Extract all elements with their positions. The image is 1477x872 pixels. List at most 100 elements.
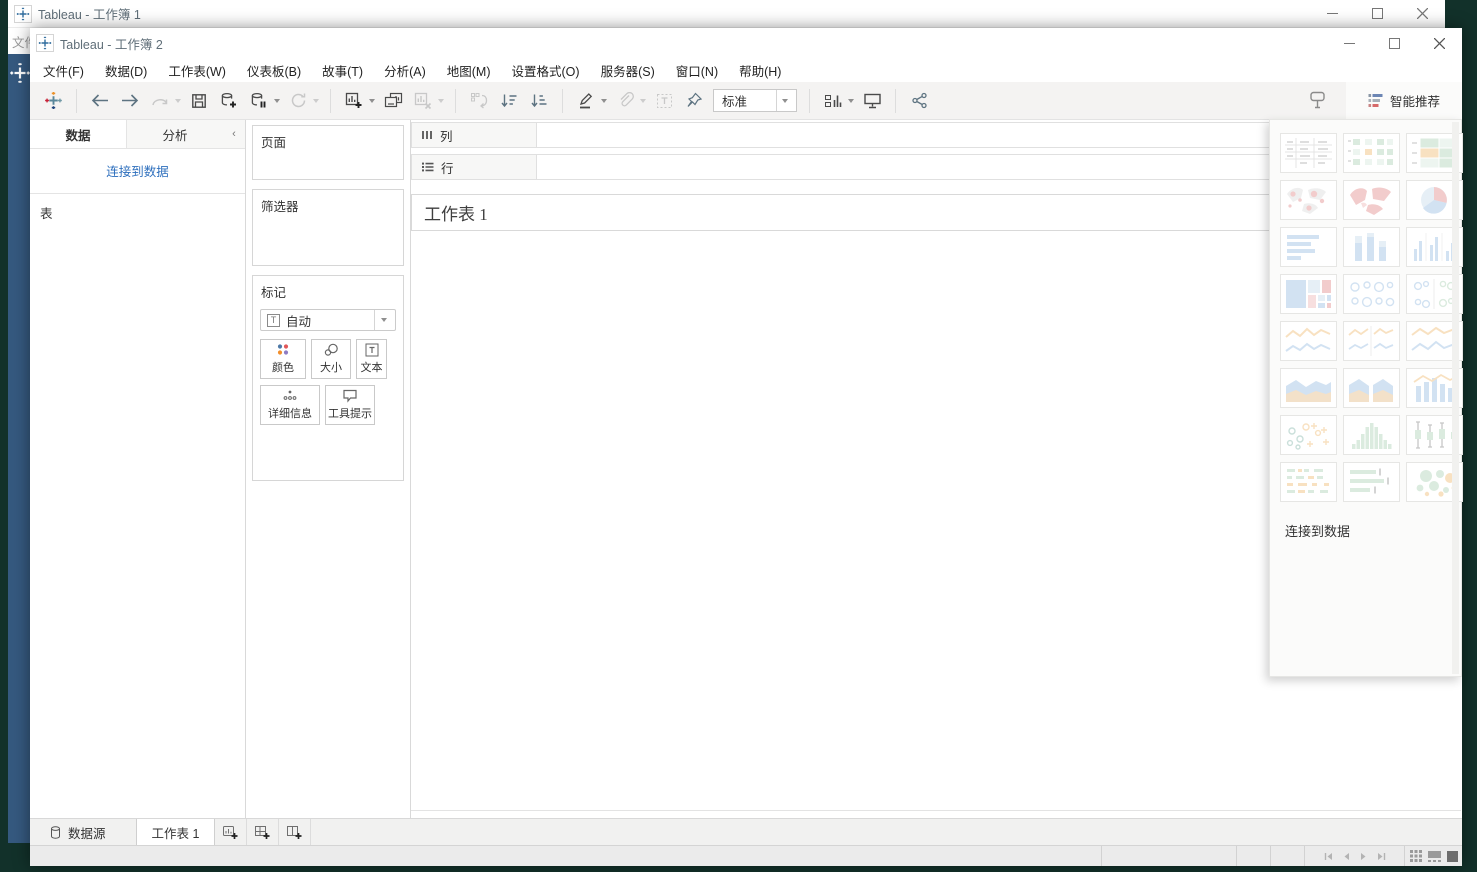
fit-selector-dropdown[interactable] — [776, 90, 796, 111]
showme-thumb-circle-views[interactable] — [1343, 274, 1400, 314]
tab-data[interactable]: 数据 — [30, 120, 127, 148]
workbook1-close-button[interactable] — [1400, 0, 1445, 27]
showme-thumb-heatmap[interactable] — [1343, 133, 1400, 173]
back-button[interactable] — [88, 88, 112, 114]
group-members-button[interactable] — [613, 88, 637, 114]
workbook1-maximize-button[interactable] — [1355, 0, 1400, 27]
swap-rows-columns-button[interactable] — [467, 88, 491, 114]
sheet1-tab[interactable]: 工作表 1 — [136, 819, 216, 845]
columns-shelf-label: 列 — [412, 123, 537, 147]
titlebar[interactable]: Tableau - 工作簿 2 — [30, 28, 1462, 58]
duplicate-sheet-button[interactable] — [381, 88, 405, 114]
showme-thumb-discrete-lines[interactable] — [1343, 321, 1400, 361]
mark-type-caret[interactable] — [374, 310, 395, 330]
pages-card[interactable]: 页面 — [252, 125, 404, 180]
collapse-pane-button[interactable]: ‹ — [223, 120, 245, 148]
menu-map[interactable]: 地图(M) — [447, 61, 491, 80]
highlight-dropdown-caret[interactable] — [601, 99, 607, 103]
show-me-scrollbar[interactable] — [1452, 122, 1459, 674]
menu-format[interactable]: 设置格式(O) — [512, 61, 580, 80]
data-source-tab[interactable]: 数据源 — [38, 819, 136, 845]
maximize-button[interactable] — [1372, 28, 1417, 58]
close-button[interactable] — [1417, 28, 1462, 58]
filters-card[interactable]: 筛选器 — [252, 189, 404, 266]
new-worksheet-button[interactable] — [342, 88, 366, 114]
showme-thumb-text-table[interactable] — [1280, 133, 1337, 173]
save-button[interactable] — [187, 88, 211, 114]
menu-window[interactable]: 窗口(N) — [676, 61, 718, 80]
menu-analysis[interactable]: 分析(A) — [384, 61, 426, 80]
color-button[interactable]: 颜色 — [260, 339, 306, 379]
pause-updates-dropdown-caret[interactable] — [274, 99, 280, 103]
redo-button[interactable] — [148, 88, 172, 114]
fix-axes-button[interactable] — [682, 88, 706, 114]
share-button[interactable] — [907, 88, 931, 114]
show-mark-labels-dropdown-caret[interactable] — [848, 99, 854, 103]
size-button[interactable]: 大小 — [311, 339, 351, 379]
show-me-signpost-icon[interactable] — [1306, 88, 1330, 114]
first-sheet-icon[interactable] — [1324, 852, 1333, 861]
show-mark-labels-button[interactable] — [821, 88, 845, 114]
tab-analytics[interactable]: 分析 — [127, 120, 223, 148]
showme-thumb-continuous-area[interactable] — [1280, 368, 1337, 408]
show-tabs-icon[interactable] — [1447, 851, 1458, 862]
run-update-button[interactable] — [286, 88, 310, 114]
showme-thumb-gantt[interactable] — [1280, 462, 1337, 502]
show-mark-labels-frame-button[interactable] — [652, 88, 676, 114]
previous-sheet-icon[interactable] — [1343, 852, 1350, 861]
menu-worksheet[interactable]: 工作表(W) — [168, 61, 226, 80]
minimize-button[interactable] — [1327, 28, 1372, 58]
workbook1-minimize-button[interactable] — [1310, 0, 1355, 27]
showme-thumb-discrete-area[interactable] — [1343, 368, 1400, 408]
new-data-source-button[interactable] — [217, 88, 241, 114]
new-worksheet-dropdown-caret[interactable] — [369, 99, 375, 103]
menu-data[interactable]: 数据(D) — [105, 61, 147, 80]
highlight-button[interactable] — [574, 88, 598, 114]
forward-button[interactable] — [118, 88, 142, 114]
filmstrip-icon[interactable] — [1428, 850, 1441, 862]
redo-dropdown-caret[interactable] — [175, 99, 181, 103]
showme-thumb-symbol-map[interactable] — [1280, 180, 1337, 220]
new-worksheet-tab-button[interactable] — [215, 819, 247, 845]
run-update-dropdown-caret[interactable] — [313, 99, 319, 103]
menu-file[interactable]: 文件(F) — [43, 61, 84, 80]
clear-sheet-dropdown-caret[interactable] — [438, 99, 444, 103]
showme-thumb-continuous-lines[interactable] — [1280, 321, 1337, 361]
group-members-dropdown-caret[interactable] — [640, 99, 646, 103]
showme-thumb-scatter-plot[interactable] — [1280, 415, 1337, 455]
window-workbook2: Tableau - 工作簿 2 文件(F) 数据(D) 工作表(W) 仪表板(B… — [30, 28, 1462, 866]
tableau-logo-icon[interactable] — [41, 88, 65, 114]
showme-thumb-histogram[interactable] — [1343, 415, 1400, 455]
text-button[interactable]: 文本 — [356, 339, 387, 379]
presentation-mode-button[interactable] — [860, 88, 884, 114]
new-story-tab-button[interactable] — [279, 819, 311, 845]
fit-selector[interactable]: 标准 — [713, 89, 797, 112]
showme-thumb-horizontal-bars[interactable] — [1280, 227, 1337, 267]
close-icon — [1434, 38, 1445, 49]
sort-descending-button[interactable] — [527, 88, 551, 114]
menu-help[interactable]: 帮助(H) — [739, 61, 781, 80]
tooltip-icon — [342, 389, 358, 403]
last-sheet-icon[interactable] — [1377, 852, 1386, 861]
showme-thumb-filled-map[interactable] — [1343, 180, 1400, 220]
connect-to-data-link[interactable]: 连接到数据 — [106, 165, 169, 179]
tooltip-button[interactable]: 工具提示 — [325, 385, 375, 425]
showme-thumb-bullet-graphs[interactable] — [1343, 462, 1400, 502]
showme-thumb-treemap[interactable] — [1280, 274, 1337, 314]
chevron-left-icon: ‹ — [232, 128, 236, 140]
menu-server[interactable]: 服务器(S) — [601, 61, 655, 80]
chevron-down-icon — [782, 99, 788, 103]
mark-type-dropdown[interactable]: T 自动 — [260, 309, 396, 331]
sheet-title: 工作表 1 — [424, 200, 488, 225]
next-sheet-icon[interactable] — [1360, 852, 1367, 861]
menu-dashboard[interactable]: 仪表板(B) — [247, 61, 301, 80]
detail-button[interactable]: 详细信息 — [260, 385, 320, 425]
show-me-button[interactable]: 智能推荐 — [1346, 82, 1462, 120]
new-dashboard-tab-button[interactable] — [247, 819, 279, 845]
menu-story[interactable]: 故事(T) — [322, 61, 363, 80]
sheet-sorter-icon[interactable] — [1410, 850, 1422, 862]
pause-auto-updates-button[interactable] — [247, 88, 271, 114]
clear-sheet-button[interactable] — [411, 88, 435, 114]
sort-ascending-button[interactable] — [497, 88, 521, 114]
showme-thumb-stacked-bars[interactable] — [1343, 227, 1400, 267]
